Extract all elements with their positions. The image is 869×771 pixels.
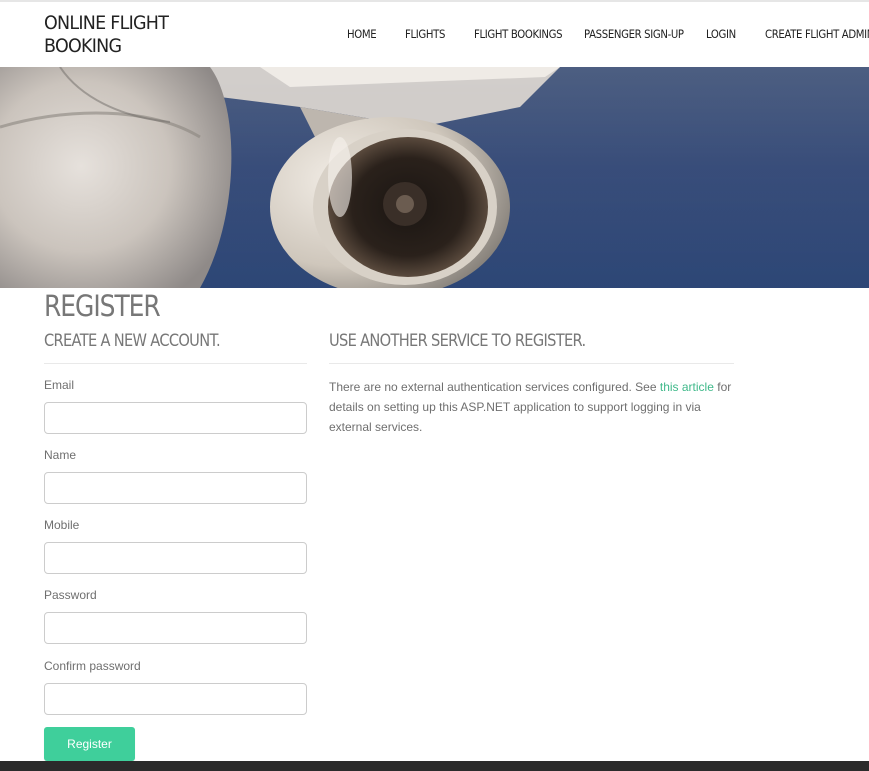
hero-banner [0,67,869,288]
airplane-engine-image [0,67,869,288]
mobile-field[interactable] [44,542,307,574]
name-label: Name [44,448,77,462]
email-field[interactable] [44,402,307,434]
footer-bar [0,761,869,771]
nav-passenger-signup[interactable]: PASSENGER SIGN-UP [584,27,684,41]
nav-flights[interactable]: FLIGHTS [405,27,445,41]
nav-create-flight-admin[interactable]: CREATE FLIGHT ADMIN [765,27,869,41]
this-article-link[interactable]: this article [660,380,714,394]
main-nav: HOME FLIGHTS FLIGHT BOOKINGS PASSENGER S… [0,27,869,45]
register-button[interactable]: Register [44,727,135,761]
right-divider [329,363,734,364]
password-label: Password [44,588,97,602]
top-border [0,0,869,2]
password-field[interactable] [44,612,307,644]
nav-login[interactable]: LOGIN [706,27,736,41]
left-divider [44,363,307,364]
email-label: Email [44,378,75,392]
page-title: REGISTER [44,289,161,323]
nav-home[interactable]: HOME [347,27,377,41]
mobile-label: Mobile [44,518,80,532]
external-text-before: There are no external authentication ser… [329,380,660,394]
nav-flight-bookings[interactable]: FLIGHT BOOKINGS [474,27,563,41]
external-service-heading: USE ANOTHER SERVICE TO REGISTER. [329,331,586,351]
create-account-heading: CREATE A NEW ACCOUNT. [44,331,221,351]
confirm-password-field[interactable] [44,683,307,715]
name-field[interactable] [44,472,307,504]
external-services-message: There are no external authentication ser… [329,377,739,437]
confirm-password-label: Confirm password [44,659,141,673]
